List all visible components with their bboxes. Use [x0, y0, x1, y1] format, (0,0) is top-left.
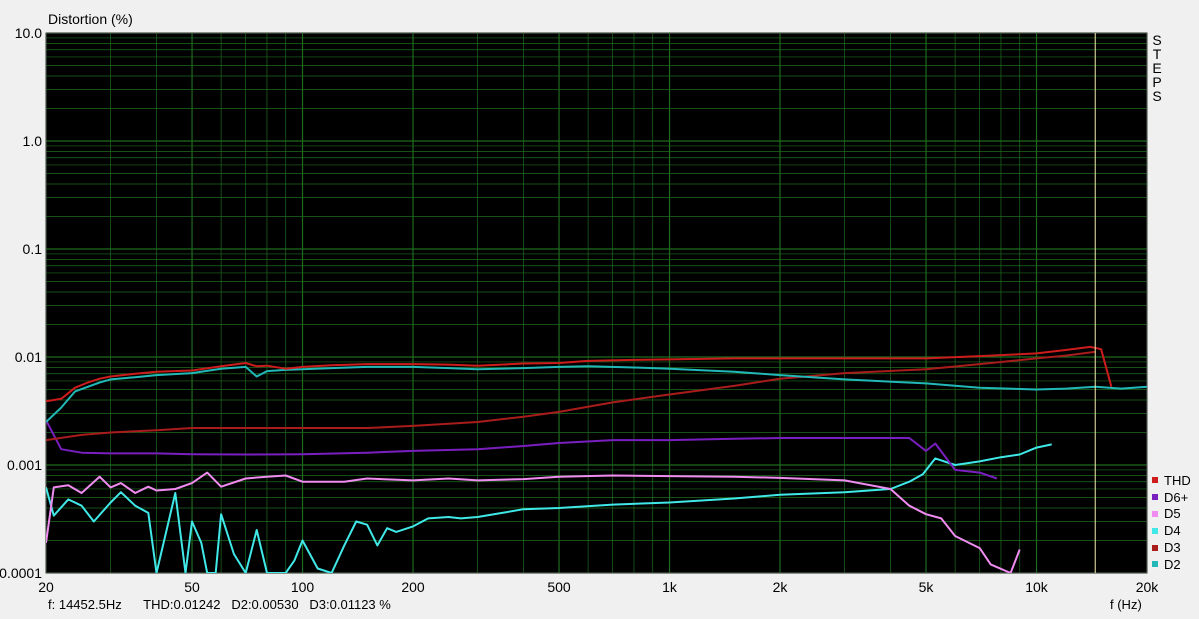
x-tick-label: 2k	[773, 579, 789, 595]
legend-label: D4	[1164, 523, 1181, 539]
distortion-chart: 20 50 100 200 500 1k 2k 5k 10k 20k 0.0001 0.001 0.01…	[0, 25, 1160, 595]
legend-label: THD	[1164, 472, 1191, 488]
y-tick-label: 0.001	[7, 457, 42, 473]
legend-item-d2[interactable]: D2	[1152, 556, 1191, 573]
cursor-readout: f: 14452.5Hz THD:0.01242 D2:0.00530 D3:0…	[48, 597, 391, 612]
legend-label: D3	[1164, 540, 1181, 556]
legend: THD D6+ D5 D4 D3 D2	[1152, 472, 1191, 573]
steps-label: S T E P S	[1150, 33, 1164, 103]
readout-thd: THD:0.01242	[143, 597, 221, 612]
legend-item-d5[interactable]: D5	[1152, 506, 1191, 523]
readout-d3: D3:0.01123 %	[309, 597, 391, 612]
x-tick-label: 100	[291, 579, 315, 595]
x-tick-label: 5k	[919, 579, 935, 595]
legend-swatch	[1152, 477, 1158, 484]
readout-d2: D2:0.00530	[231, 597, 299, 612]
x-tick-label: 20k	[1136, 579, 1160, 595]
legend-label: D6+	[1164, 489, 1189, 505]
x-tick-label: 200	[401, 579, 425, 595]
steps-letter: S	[1152, 32, 1162, 48]
y-tick-label: 0.0001	[0, 565, 42, 581]
legend-swatch	[1152, 561, 1158, 568]
steps-letter: T	[1152, 46, 1162, 62]
legend-item-thd[interactable]: THD	[1152, 472, 1191, 489]
legend-swatch	[1152, 494, 1158, 501]
legend-item-d6[interactable]: D6+	[1152, 489, 1191, 506]
y-axis-title: Distortion (%)	[48, 11, 133, 27]
legend-swatch	[1152, 527, 1158, 534]
y-tick-label: 1.0	[23, 133, 43, 149]
legend-item-d3[interactable]: D3	[1152, 539, 1191, 556]
x-axis-title: f (Hz)	[1110, 597, 1142, 612]
readout-frequency: f: 14452.5Hz	[48, 597, 122, 612]
legend-label: D5	[1164, 506, 1181, 522]
legend-swatch	[1152, 544, 1158, 551]
y-tick-label: 0.1	[23, 241, 43, 257]
x-tick-label: 10k	[1025, 579, 1049, 595]
plot-area[interactable]	[46, 33, 1147, 573]
x-tick-label: 50	[184, 579, 200, 595]
y-tick-label: 0.01	[15, 349, 42, 365]
legend-swatch	[1152, 510, 1158, 517]
legend-item-d4[interactable]: D4	[1152, 522, 1191, 539]
legend-label: D2	[1164, 556, 1181, 572]
x-tick-label: 20	[38, 579, 54, 595]
x-tick-label: 1k	[662, 579, 678, 595]
steps-letter: P	[1152, 74, 1162, 90]
y-tick-label: 10.0	[15, 25, 42, 41]
x-tick-label: 500	[547, 579, 571, 595]
steps-letter: E	[1152, 60, 1162, 76]
steps-letter: S	[1152, 88, 1162, 104]
